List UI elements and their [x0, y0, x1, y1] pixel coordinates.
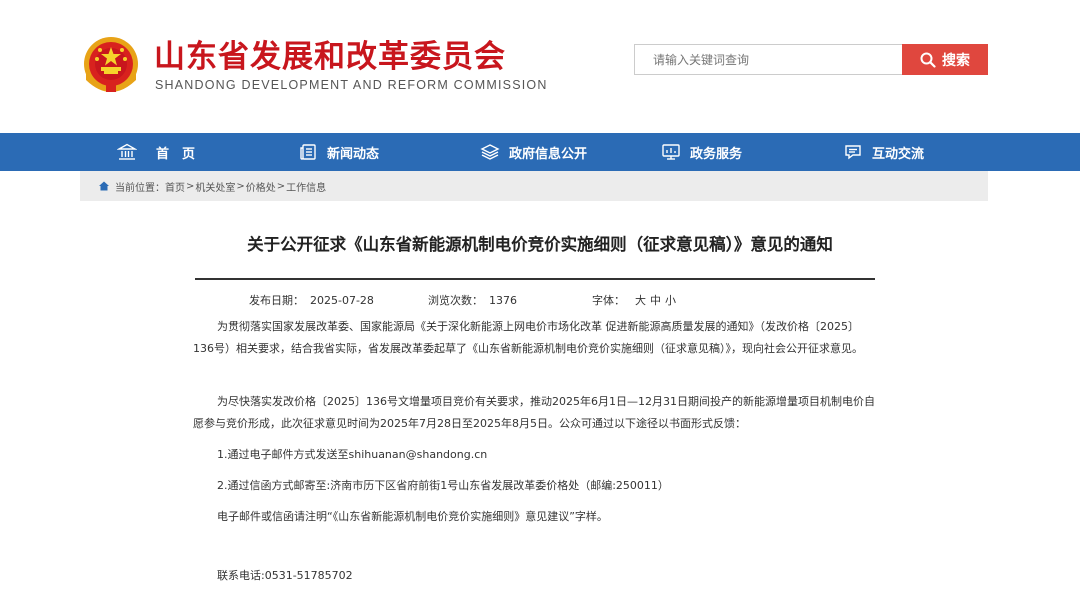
org-name-en: SHANDONG DEVELOPMENT AND REFORM COMMISSI…	[155, 78, 548, 92]
home-icon	[99, 181, 109, 191]
feedback-note: 电子邮件或信函请注明“《山东省新能源机制电价竞价实施细则》意见建议”字样。	[217, 510, 608, 523]
font-size-control: 字体： 大中小	[592, 294, 676, 308]
layers-icon	[480, 144, 500, 160]
font-size-large-button[interactable]: 大	[635, 294, 646, 307]
article-paragraph: 为贯彻落实国家发展改革委、国家能源局《关于深化新能源上网电价市场化改革 促进新能…	[193, 320, 863, 355]
article-title: 关于公开征求《山东省新能源机制电价竞价实施细则（征求意见稿）》意见的通知	[247, 235, 833, 254]
font-size-medium-button[interactable]: 中	[650, 294, 661, 307]
breadcrumb-separator: >	[276, 180, 286, 192]
article-paragraph: 为尽快落实发改价格〔2025〕136号文增量项目竞价有关要求，推动2025年6月…	[193, 395, 875, 430]
search-button[interactable]: 搜索	[902, 44, 988, 75]
breadcrumb-item-price-office[interactable]: 价格处	[246, 179, 276, 194]
nav-item-home[interactable]: 首 页	[117, 133, 195, 171]
main-nav: 首 页 新闻动态 政府信息公开 政务服务 互动交流	[0, 133, 1080, 171]
chat-icon	[845, 145, 861, 160]
nav-item-gov-info[interactable]: 政府信息公开	[480, 133, 587, 171]
font-size-label: 字体：	[592, 294, 625, 307]
publish-date-label: 发布日期：	[249, 294, 304, 307]
org-name-cn: 山东省发展和改革委员会	[154, 39, 506, 75]
nav-item-label: 新闻动态	[327, 146, 380, 162]
view-count: 浏览次数： 1376	[428, 294, 517, 308]
national-emblem-icon	[84, 37, 138, 92]
search-icon	[920, 52, 936, 68]
nav-item-news[interactable]: 新闻动态	[298, 133, 379, 171]
nav-item-services[interactable]: 政务服务	[661, 133, 742, 171]
view-count-value: 1376	[489, 294, 517, 307]
building-icon	[117, 143, 137, 160]
publish-date: 发布日期： 2025-07-28	[249, 294, 374, 308]
nav-item-label: 政务服务	[690, 146, 743, 162]
breadcrumb-item-work-info[interactable]: 工作信息	[286, 179, 326, 194]
nav-item-label: 政府信息公开	[509, 146, 588, 162]
breadcrumb-prefix: 当前位置：	[115, 182, 165, 194]
view-count-label: 浏览次数：	[428, 294, 483, 307]
news-icon	[300, 144, 316, 160]
site-header: 山东省发展和改革委员会 SHANDONG DEVELOPMENT AND REF…	[0, 0, 1080, 133]
font-size-small-button[interactable]: 小	[665, 294, 676, 307]
breadcrumb: 当前位置： 首页 > 机关处室 > 价格处 > 工作信息	[80, 171, 988, 201]
breadcrumb-item-departments[interactable]: 机关处室	[195, 179, 235, 194]
breadcrumb-item-home[interactable]: 首页	[165, 179, 185, 194]
nav-item-interaction[interactable]: 互动交流	[843, 133, 924, 171]
search-input[interactable]	[634, 44, 915, 75]
search-button-label: 搜索	[942, 52, 970, 69]
feedback-email: 1.通过电子邮件方式发送至shihuanan@shandong.cn	[217, 448, 488, 461]
chart-icon	[662, 144, 680, 160]
nav-item-label: 首 页	[156, 146, 196, 162]
nav-item-label: 互动交流	[872, 146, 925, 162]
breadcrumb-separator: >	[186, 180, 195, 192]
publish-date-value: 2025-07-28	[310, 294, 374, 307]
title-divider	[195, 278, 875, 280]
breadcrumb-separator: >	[236, 180, 245, 192]
feedback-mail: 2.通过信函方式邮寄至:济南市历下区省府前街1号山东省发展改革委价格处（邮编:2…	[217, 479, 669, 492]
contact-phone: 联系电话:0531-51785702	[217, 569, 353, 582]
